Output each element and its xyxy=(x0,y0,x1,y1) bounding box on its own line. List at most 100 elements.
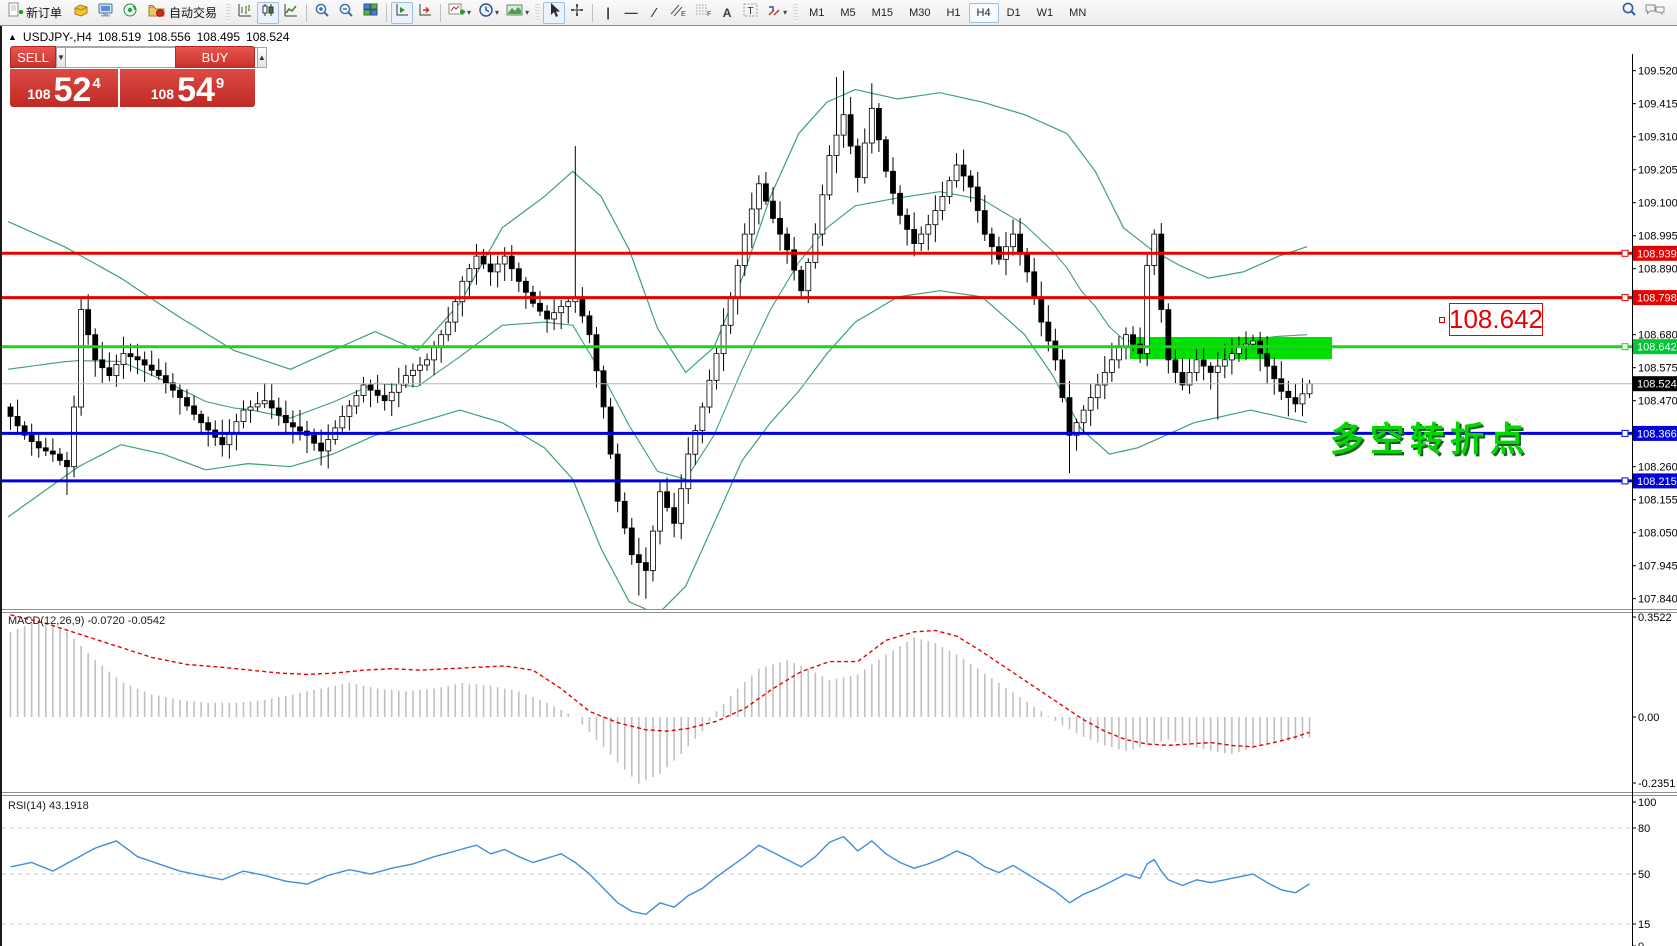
chart-shift-button[interactable] xyxy=(391,2,413,24)
volume-decrease-button[interactable]: ▼ xyxy=(56,47,66,68)
axis-tick-label: 80 xyxy=(1638,823,1650,835)
axis-tick-label: 108.470 xyxy=(1638,396,1677,408)
sell-price[interactable]: 108 52 4 xyxy=(10,69,118,107)
vertical-line-tool-button[interactable]: | xyxy=(597,2,619,24)
buy-price-main: 54 xyxy=(177,75,215,105)
price-axis[interactable]: 109.520109.415109.310109.205109.100108.9… xyxy=(1632,54,1677,946)
toolbar-grip xyxy=(535,4,540,22)
line-anchor[interactable] xyxy=(1622,295,1628,301)
buy-button[interactable]: BUY xyxy=(175,46,255,68)
symbol-period-label: USDJPY-,H4 xyxy=(23,30,92,44)
timeframe-button-h4[interactable]: H4 xyxy=(969,3,999,23)
chart-window: MACD(12,26,9) -0.0720 -0.0542RSI(14) 43.… xyxy=(0,26,1677,946)
price-callout-label[interactable]: 108.642 xyxy=(1449,303,1543,336)
tester-icon xyxy=(122,2,140,23)
timeframe-button-h1[interactable]: H1 xyxy=(938,3,968,23)
axis-tick-label: 107.840 xyxy=(1638,594,1677,606)
templates-icon xyxy=(506,2,524,23)
axis-tick-label: 109.205 xyxy=(1638,165,1677,177)
zoom-in-button[interactable] xyxy=(311,2,334,24)
collapse-panel-icon[interactable]: ▲ xyxy=(8,32,17,42)
arrows-icon xyxy=(766,2,782,23)
candlestick-mode-button[interactable] xyxy=(257,2,279,24)
price-callout-anchor[interactable] xyxy=(1439,317,1445,323)
line-chart-mode-button[interactable] xyxy=(280,2,302,24)
axis-tick-label: 108.050 xyxy=(1638,528,1677,540)
axis-tick-label: 0.00 xyxy=(1638,712,1659,724)
search-icon xyxy=(1620,1,1638,23)
axis-tick-label: 108.890 xyxy=(1638,264,1677,276)
community-chat-button[interactable] xyxy=(1641,1,1669,23)
buy-price[interactable]: 108 54 9 xyxy=(120,69,255,107)
channel-icon: E xyxy=(669,2,687,23)
one-click-trading-panel: SELL ▼ ▲ BUY 108 52 4 108 54 9 xyxy=(10,46,255,107)
arrows-tool-button[interactable]: ▾ xyxy=(763,2,790,24)
axis-tick-label: 108.215 xyxy=(1637,476,1677,488)
sell-price-main: 52 xyxy=(54,75,92,105)
main-toolbar: 新订单 自动交易 ▾ ▾ ▾ | — ∕ E F A T ▾ xyxy=(0,0,1677,26)
equidistant-channel-tool-button[interactable]: E xyxy=(666,2,690,24)
profiles-button[interactable] xyxy=(69,2,93,24)
candlestick-icon xyxy=(260,2,276,23)
periods-icon xyxy=(478,2,494,23)
chat-bubbles-icon xyxy=(1644,1,1666,23)
line-anchor[interactable] xyxy=(1622,430,1628,436)
auto-scroll-button[interactable] xyxy=(414,2,436,24)
timeframe-button-m1[interactable]: M1 xyxy=(801,3,832,23)
templates-button[interactable]: ▾ xyxy=(503,2,532,24)
axis-tick-label: 109.415 xyxy=(1638,99,1677,111)
line-anchor[interactable] xyxy=(1622,478,1628,484)
zoom-out-button[interactable] xyxy=(335,2,358,24)
axis-tick-label: 109.310 xyxy=(1638,132,1677,144)
text-label-tool-button[interactable]: T xyxy=(739,2,762,24)
bar-chart-icon xyxy=(237,2,253,23)
axis-tick-label: 108.524 xyxy=(1637,379,1677,391)
sell-button[interactable]: SELL xyxy=(10,46,56,68)
cursor-tool-button[interactable] xyxy=(543,2,565,24)
autotrading-button[interactable]: 自动交易 xyxy=(144,2,223,24)
line-anchor[interactable] xyxy=(1622,344,1628,350)
terminal-button[interactable] xyxy=(94,2,118,24)
autotrading-icon xyxy=(147,2,166,23)
add-indicator-icon xyxy=(448,2,466,23)
trade-panel-controls: SELL ▼ ▲ BUY xyxy=(10,46,255,68)
mt4-application: 新订单 自动交易 ▾ ▾ ▾ | — ∕ E F A T ▾ xyxy=(0,0,1677,946)
toolbar-grip xyxy=(793,4,798,22)
chinese-annotation[interactable]: 多空转折点 xyxy=(1330,412,1530,461)
add-indicator-button[interactable]: ▾ xyxy=(445,2,474,24)
bar-chart-mode-button[interactable] xyxy=(234,2,256,24)
sell-price-pip: 4 xyxy=(92,75,100,92)
fibonacci-tool-button[interactable]: F xyxy=(691,2,715,24)
tile-windows-icon xyxy=(362,2,379,23)
chart-canvas[interactable]: MACD(12,26,9) -0.0720 -0.0542RSI(14) 43.… xyxy=(2,26,1677,946)
zoom-out-icon xyxy=(338,2,355,23)
tile-windows-button[interactable] xyxy=(359,2,382,24)
crosshair-tool-button[interactable] xyxy=(566,2,588,24)
volume-increase-button[interactable]: ▲ xyxy=(257,47,267,68)
timeframe-toolbar: M1M5M15M30H1H4D1W1MN xyxy=(801,3,1094,23)
axis-tick-label: 109.100 xyxy=(1638,198,1677,210)
ohlc-open: 108.519 xyxy=(98,30,141,44)
new-order-button[interactable]: 新订单 xyxy=(4,2,68,24)
timeframe-button-m5[interactable]: M5 xyxy=(832,3,863,23)
timeframe-button-w1[interactable]: W1 xyxy=(1029,3,1062,23)
timeframe-button-m30[interactable]: M30 xyxy=(901,3,938,23)
dropdown-caret[interactable]: ▾ xyxy=(525,8,529,17)
dropdown-caret[interactable]: ▾ xyxy=(495,8,499,17)
axis-tick-label: 108.366 xyxy=(1637,428,1677,440)
horizontal-line-tool-button[interactable]: — xyxy=(620,2,642,24)
timeframe-button-mn[interactable]: MN xyxy=(1061,3,1094,23)
dropdown-caret[interactable]: ▾ xyxy=(783,8,787,17)
trade-panel-prices: 108 52 4 108 54 9 xyxy=(10,69,255,107)
strategy-tester-button[interactable] xyxy=(119,2,143,24)
periods-button[interactable]: ▾ xyxy=(475,2,502,24)
new-order-icon xyxy=(7,2,23,23)
text-tool-button[interactable]: A xyxy=(716,2,738,24)
line-anchor[interactable] xyxy=(1622,250,1628,256)
axis-tick-label: 108.995 xyxy=(1638,231,1677,243)
trendline-tool-button[interactable]: ∕ xyxy=(643,2,665,24)
timeframe-button-d1[interactable]: D1 xyxy=(999,3,1029,23)
timeframe-button-m15[interactable]: M15 xyxy=(864,3,901,23)
search-button[interactable] xyxy=(1617,1,1641,23)
dropdown-caret[interactable]: ▾ xyxy=(467,8,471,17)
